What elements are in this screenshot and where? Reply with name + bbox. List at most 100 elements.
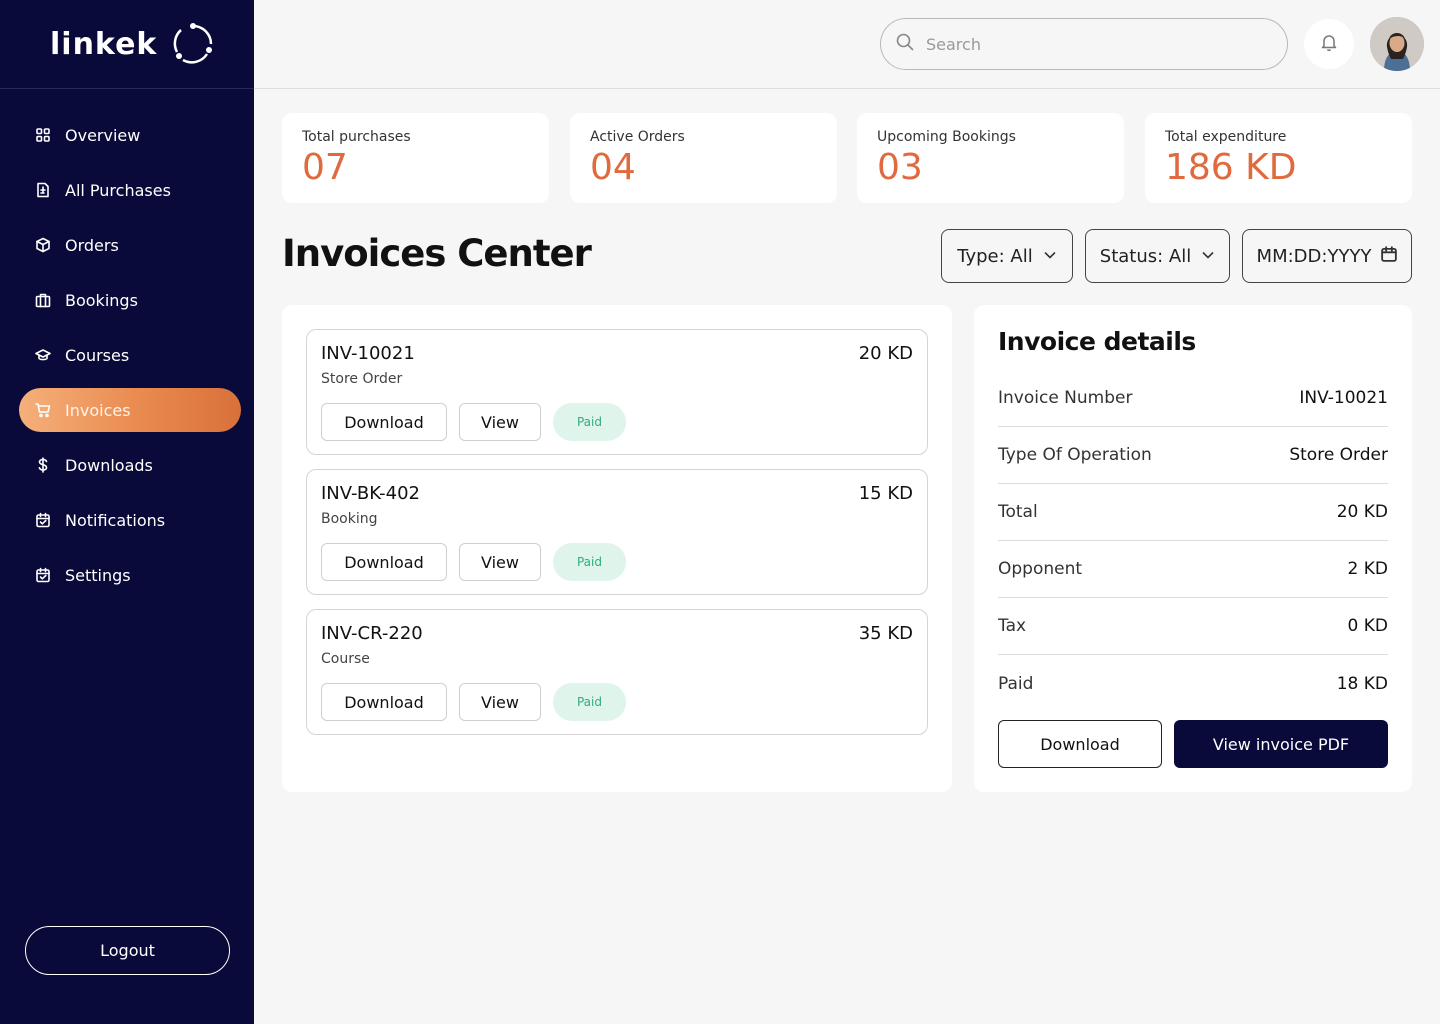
detail-label: Opponent [998, 559, 1083, 579]
sidebar-item-label: Notifications [65, 510, 166, 530]
topbar [254, 0, 1440, 89]
sidebar-item-settings[interactable]: Settings [19, 553, 241, 597]
invoice-id: INV-CR-220 [321, 623, 423, 644]
invoice-type: Booking [321, 511, 378, 527]
detail-value: 0 KD [1347, 616, 1388, 636]
sidebar-item-notifications[interactable]: Notifications [19, 498, 241, 542]
page-title: Invoices Center [282, 232, 592, 275]
details-title: Invoice details [998, 327, 1196, 356]
detail-row-tax: Tax 0 KD [998, 598, 1388, 655]
invoice-details-panel: Invoice details Invoice Number INV-10021… [974, 305, 1412, 792]
invoice-view-button[interactable]: View [459, 683, 541, 721]
invoice-download-button[interactable]: Download [321, 683, 447, 721]
details-download-button[interactable]: Download [998, 720, 1162, 768]
chevron-down-icon [1201, 246, 1215, 267]
sidebar-item-label: Orders [65, 235, 119, 255]
grid-icon [35, 127, 51, 143]
calendar-icon [35, 567, 51, 583]
stat-label: Active Orders [590, 129, 685, 145]
invoice-card[interactable]: INV-CR-220 Course 35 KD Download View Pa… [306, 609, 928, 735]
sidebar-item-label: Bookings [65, 290, 138, 310]
detail-row-invoice-number: Invoice Number INV-10021 [998, 370, 1388, 427]
detail-row-paid: Paid 18 KD [998, 655, 1388, 712]
logo-ring-icon [171, 22, 215, 66]
stat-value: 186 KD [1165, 147, 1297, 188]
status-filter-dropdown[interactable]: Status: All [1085, 229, 1230, 283]
sidebar: linkek Overview All Purchases Orders Boo… [0, 0, 254, 1024]
detail-value: 20 KD [1336, 502, 1388, 522]
status-filter-label: Status: All [1099, 245, 1192, 267]
receipt-icon [35, 182, 51, 198]
detail-row-type-of-operation: Type Of Operation Store Order [998, 427, 1388, 484]
stat-value: 07 [302, 147, 348, 188]
detail-value: Store Order [1289, 445, 1388, 465]
sidebar-item-label: Overview [65, 125, 141, 145]
sidebar-item-label: Downloads [65, 455, 153, 475]
briefcase-icon [35, 292, 51, 308]
search-icon [896, 33, 914, 55]
invoice-amount: 35 KD [858, 623, 913, 644]
cart-icon [35, 402, 51, 418]
logout-button[interactable]: Logout [25, 926, 230, 975]
sidebar-item-downloads[interactable]: Downloads [19, 443, 241, 487]
graduation-cap-icon [35, 347, 51, 363]
search-input[interactable] [926, 34, 1256, 54]
detail-label: Invoice Number [998, 388, 1133, 408]
sidebar-item-invoices[interactable]: Invoices [19, 388, 241, 432]
detail-value: INV-10021 [1299, 388, 1388, 408]
logo-text: linkek [50, 26, 158, 62]
status-badge: Paid [553, 543, 626, 581]
stat-label: Upcoming Bookings [877, 129, 1016, 145]
detail-row-opponent: Opponent 2 KD [998, 541, 1388, 598]
sidebar-item-courses[interactable]: Courses [19, 333, 241, 377]
dollar-icon [35, 457, 51, 473]
sidebar-item-bookings[interactable]: Bookings [19, 278, 241, 322]
invoice-id: INV-10021 [321, 343, 415, 364]
status-badge: Paid [553, 403, 626, 441]
bell-icon [1319, 32, 1339, 56]
invoice-list-panel: INV-10021 Store Order 20 KD Download Vie… [282, 305, 952, 792]
sidebar-item-label: Invoices [65, 400, 131, 420]
stat-card-active-orders: Active Orders 04 [570, 113, 837, 203]
invoice-id: INV-BK-402 [321, 483, 420, 504]
invoice-view-button[interactable]: View [459, 543, 541, 581]
invoice-card[interactable]: INV-BK-402 Booking 15 KD Download View P… [306, 469, 928, 595]
detail-label: Total [998, 502, 1038, 522]
sidebar-item-overview[interactable]: Overview [19, 113, 241, 157]
detail-label: Paid [998, 673, 1034, 694]
type-filter-dropdown[interactable]: Type: All [941, 229, 1073, 283]
invoice-view-button[interactable]: View [459, 403, 541, 441]
invoice-card[interactable]: INV-10021 Store Order 20 KD Download Vie… [306, 329, 928, 455]
invoice-download-button[interactable]: Download [321, 543, 447, 581]
notification-bell-button[interactable] [1304, 19, 1354, 69]
date-filter-input[interactable]: MM:DD:YYYY [1242, 229, 1412, 283]
detail-value: 2 KD [1347, 559, 1388, 579]
invoice-amount: 20 KD [858, 343, 913, 364]
search-box[interactable] [880, 18, 1288, 70]
stat-value: 03 [877, 147, 923, 188]
detail-value: 18 KD [1336, 673, 1388, 694]
calendar-icon [35, 512, 51, 528]
invoice-download-button[interactable]: Download [321, 403, 447, 441]
stat-card-total-expenditure: Total expenditure 186 KD [1145, 113, 1412, 203]
sidebar-item-all-purchases[interactable]: All Purchases [19, 168, 241, 212]
box-icon [35, 237, 51, 253]
sidebar-item-label: All Purchases [65, 180, 171, 200]
sidebar-nav: Overview All Purchases Orders Bookings C… [19, 113, 241, 608]
type-filter-label: Type: All [957, 245, 1033, 267]
stat-label: Total purchases [302, 129, 411, 145]
detail-label: Tax [998, 616, 1027, 636]
status-badge: Paid [553, 683, 626, 721]
stat-card-total-purchases: Total purchases 07 [282, 113, 549, 203]
chevron-down-icon [1043, 246, 1057, 267]
stat-value: 04 [590, 147, 636, 188]
stat-label: Total expenditure [1165, 129, 1287, 145]
avatar[interactable] [1370, 17, 1424, 71]
sidebar-item-label: Courses [65, 345, 130, 365]
stat-card-upcoming-bookings: Upcoming Bookings 03 [857, 113, 1124, 203]
invoice-type: Store Order [321, 371, 403, 387]
logo[interactable]: linkek [0, 0, 254, 89]
detail-row-total: Total 20 KD [998, 484, 1388, 541]
sidebar-item-orders[interactable]: Orders [19, 223, 241, 267]
view-invoice-pdf-button[interactable]: View invoice PDF [1174, 720, 1388, 768]
